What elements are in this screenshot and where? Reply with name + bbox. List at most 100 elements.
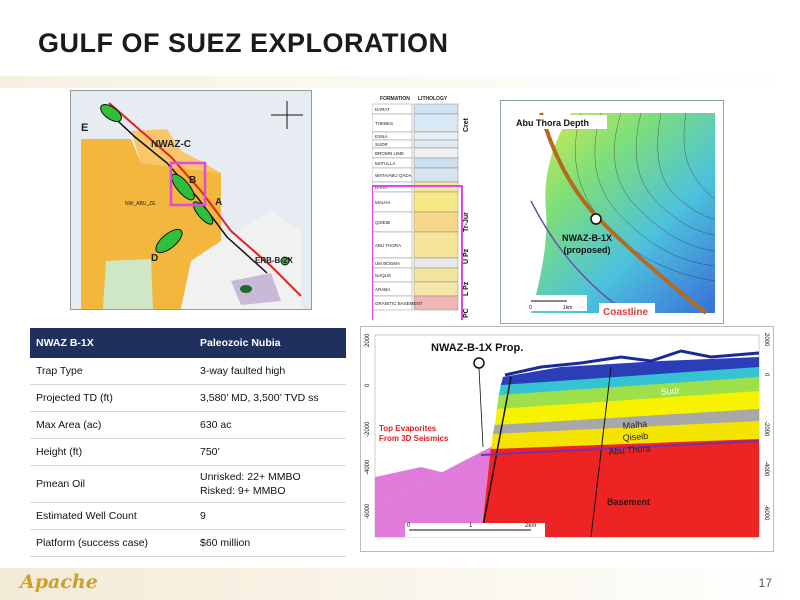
row-value: Unrisked: 22+ MMBO Risked: 9+ MMBO [194, 465, 346, 503]
table-row: Projected TD (ft) 3,580’ MD, 3,500’ TVD … [30, 384, 346, 412]
strat-formation-label: MATULLA [375, 161, 395, 166]
label-block-e: E [81, 122, 88, 134]
strat-formation-label: DARAT [375, 107, 390, 112]
table-row: Max Area (ac) 630 ac [30, 411, 346, 439]
row-value: 3,580’ MD, 3,500’ TVD ss [194, 384, 346, 412]
age-label-tr-jur: Tr-Jur [463, 212, 470, 232]
table-row: Platform (success case) $60 million [30, 529, 346, 557]
row-value: 630 ac [194, 411, 346, 439]
left-tick-1: 0 [365, 383, 371, 387]
row-value: $60 million [194, 529, 346, 557]
row-value: 9 [194, 502, 346, 530]
row-value: 3-way faulted high [194, 358, 346, 385]
strat-lithology-cell [413, 113, 459, 133]
strat-lithology-cell [413, 191, 459, 213]
strat-formation-label: ARABA [375, 287, 390, 292]
table-row: Pmean Oil Unrisked: 22+ MMBO Risked: 9+ … [30, 465, 346, 503]
annotation-top-evaporites: Top Evaporites [379, 424, 437, 433]
label-nw-abu-ze: NW_ABU_ZE [125, 201, 156, 207]
left-tick-2: -2000 [365, 421, 371, 437]
left-tick-3: -4000 [365, 459, 371, 475]
row-label: Trap Type [30, 358, 194, 385]
row-label: Height (ft) [30, 438, 194, 466]
right-tick-3: -4000 [763, 461, 769, 477]
concession-map-graphic: E NWAZ-C B A D NW_ABU_ZE ERB-B-2X [71, 91, 311, 309]
apache-logo: Apache [20, 571, 98, 593]
strat-formation-label: GRANITIC BASEMENT [375, 301, 423, 306]
strat-formation-label: SUDR [375, 142, 389, 147]
strat-formation-label: WATA/ABU QADA [375, 173, 412, 178]
cross-section-graphic: NWAZ-B-1X Prop. Top Evaporites From 3D S… [365, 333, 769, 538]
strat-lithology-cell [413, 281, 459, 297]
label-block-b: B [189, 175, 196, 186]
strat-lithology-cell [413, 257, 459, 269]
row-value-unrisked: Unrisked: 22+ MMBO [200, 471, 301, 483]
strat-header-formation: FORMATION [380, 96, 410, 102]
label-block-d: D [151, 253, 158, 264]
strat-lithology-cell [413, 131, 459, 141]
strat-header-lithology: LITHOLOGY [418, 96, 448, 102]
footer-band [0, 568, 800, 600]
age-label-pc: PC [463, 308, 470, 318]
coastline-label: Coastline [603, 307, 648, 318]
row-label: Platform (success case) [30, 529, 194, 557]
table-row: Estimated Well Count 9 [30, 502, 346, 530]
strat-formation-label: ABU THORA [375, 243, 401, 248]
table-row: Height (ft) 750’ [30, 438, 346, 466]
depth-map-title: Abu Thora Depth [516, 118, 589, 128]
well-label-2: (proposed) [564, 245, 611, 255]
strat-lithology-cell [413, 139, 459, 149]
strat-column-graphic: FORMATION LITHOLOGY DARAT THEBES ESNA SUDR B… [372, 96, 470, 320]
label-basement: Basement [607, 497, 650, 507]
row-label: Estimated Well Count [30, 502, 194, 530]
row-value: 750’ [194, 438, 346, 466]
strat-lithology-cell [413, 211, 459, 233]
cross-section: NWAZ-B-1X Prop. Top Evaporites From 3D S… [360, 326, 774, 552]
scale-box [527, 295, 587, 311]
prop-well-marker [473, 357, 485, 369]
scale-1km: 1km [563, 305, 572, 311]
field-shape [240, 285, 252, 293]
strat-formation-label: UM BOGMA [375, 261, 400, 266]
nwaz-b-1x-well-marker [590, 213, 602, 225]
slide-title: GULF OF SUEZ EXPLORATION [38, 28, 449, 58]
left-tick-4: -6000 [365, 503, 371, 519]
strat-lithology-cell [413, 267, 459, 283]
age-label-u-pz: U Pz [463, 248, 470, 264]
depth-map-graphic: Abu Thora Depth NWAZ-B-1X (proposed) 0 1… [511, 112, 716, 319]
well-label-1: NWAZ-B-1X [562, 233, 612, 243]
green-block [103, 259, 153, 309]
strat-lithology-cell [413, 147, 459, 159]
strat-lithology-cell [413, 157, 459, 169]
strat-formation-label: MALHA [375, 200, 391, 205]
strat-lithology-cell [413, 167, 459, 183]
right-tick-0: 2000 [763, 333, 769, 347]
strat-formation-label: NAQUS [375, 273, 391, 278]
table-header-play: Paleozoic Nubia [194, 328, 346, 358]
label-nwaz-c: NWAZ-C [151, 139, 191, 150]
label-erb: ERB-B-2X [255, 256, 293, 265]
concession-map: E NWAZ-C B A D NW_ABU_ZE ERB-B-2X [70, 90, 312, 310]
label-sudr: Sudr [660, 385, 680, 397]
table-row: Trap Type 3-way faulted high [30, 358, 346, 385]
row-label: Pmean Oil [30, 465, 194, 503]
label-block-a: A [215, 197, 222, 208]
scale-0: 0 [529, 305, 532, 311]
strat-formation-label: QISEIB [375, 220, 390, 225]
section-scale-2km: 2km [525, 523, 536, 529]
table-header-prospect: NWAZ B-1X [30, 328, 194, 358]
right-tick-4: -6000 [763, 505, 769, 521]
strat-lithology-cell [413, 231, 459, 259]
strat-lithology-cell [413, 103, 459, 115]
section-title: NWAZ-B-1X Prop. [431, 342, 523, 354]
age-label-cret: Cret [463, 117, 470, 132]
age-label-l-pz: L Pz [463, 281, 470, 296]
right-tick-1: 0 [763, 373, 769, 377]
header-band [0, 76, 800, 88]
left-tick-0: 2000 [365, 333, 371, 347]
strat-formation-label: ESNA [375, 134, 387, 139]
abu-thora-depth-map: Abu Thora Depth NWAZ-B-1X (proposed) 0 1… [500, 100, 724, 324]
row-label: Projected TD (ft) [30, 384, 194, 412]
row-label: Max Area (ac) [30, 411, 194, 439]
strat-formation-label: BROWN LIME [375, 151, 404, 156]
